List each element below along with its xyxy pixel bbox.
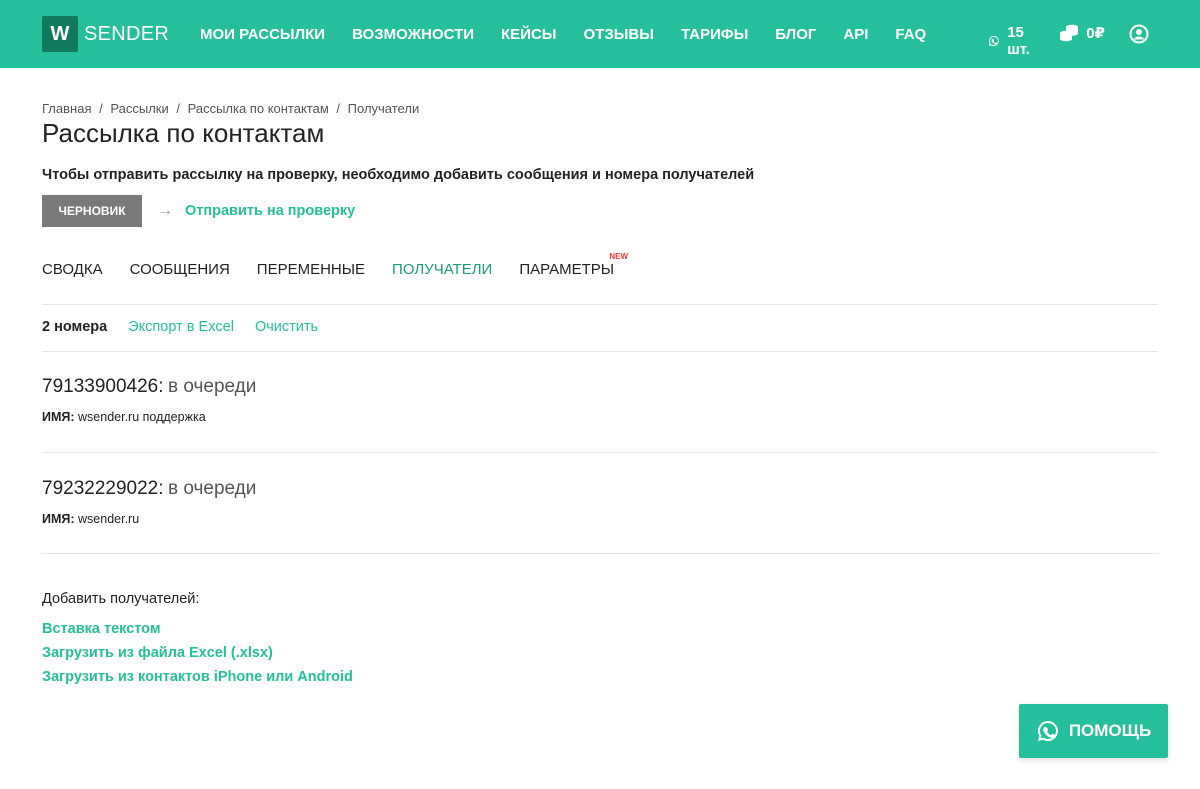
tab-bar: СВОДКА СООБЩЕНИЯ ПЕРЕМЕННЫЕ ПОЛУЧАТЕЛИ П… <box>42 252 641 278</box>
status-row: ЧЕРНОВИК → Отправить на проверку <box>42 195 355 227</box>
recipient-number: 79133900426: <box>42 376 164 397</box>
divider <box>42 553 1158 554</box>
recipient-number: 79232229022: <box>42 478 164 499</box>
recipients-count: 2 номера <box>42 319 108 335</box>
list-item: 79232229022: в очереди ИМЯ: wsender.ru <box>42 478 256 526</box>
messages-count-text: 15 шт. <box>1007 24 1030 58</box>
crumb-mailings[interactable]: Рассылки <box>110 101 168 116</box>
tab-messages[interactable]: СООБЩЕНИЯ <box>130 261 230 278</box>
crumb-sep: / <box>99 101 103 116</box>
logo[interactable]: W SENDER <box>42 16 169 52</box>
arrow-right-icon: → <box>157 202 173 219</box>
nav-reviews[interactable]: ОТЗЫВЫ <box>584 26 654 43</box>
send-for-review-link[interactable]: Отправить на проверку <box>185 203 355 219</box>
coins-icon <box>1060 24 1079 42</box>
divider <box>42 304 1158 305</box>
tab-recipients[interactable]: ПОЛУЧАТЕЛИ <box>392 261 492 278</box>
tab-variables[interactable]: ПЕРЕМЕННЫЕ <box>257 261 365 278</box>
user-account[interactable] <box>1129 24 1156 44</box>
crumb-recipients: Получатели <box>347 101 420 116</box>
crumb-sep: / <box>176 101 180 116</box>
nav-my-mailings[interactable]: МОИ РАССЫЛКИ <box>200 26 325 43</box>
page-title: Рассылка по контактам <box>42 118 325 148</box>
whatsapp-icon <box>1037 721 1058 741</box>
logo-text: SENDER <box>84 22 170 45</box>
name-label: ИМЯ: <box>42 512 75 526</box>
divider <box>42 452 1158 453</box>
nav-blog[interactable]: БЛОГ <box>775 26 816 43</box>
tab-parameters-label: ПАРАМЕТРЫ <box>519 261 615 278</box>
divider <box>42 351 1158 352</box>
recipient-name: wsender.ru поддержка <box>78 410 206 424</box>
balance-counter[interactable]: 0₽ <box>1059 24 1105 42</box>
draft-status-button[interactable]: ЧЕРНОВИК <box>42 195 142 227</box>
tab-parameters[interactable]: ПАРАМЕТРЫ NEW <box>519 252 628 278</box>
top-header: W SENDER МОИ РАССЫЛКИ ВОЗМОЖНОСТИ КЕЙСЫ … <box>0 0 1200 68</box>
help-button[interactable]: ПОМОЩЬ <box>1019 704 1168 758</box>
import-contacts-link[interactable]: Загрузить из контактов iPhone или Androi… <box>42 669 353 685</box>
recipients-toolbar: 2 номера Экспорт в Excel Очистить <box>42 319 339 335</box>
crumb-sep: / <box>336 101 341 116</box>
nav-api[interactable]: API <box>843 26 868 43</box>
export-excel-link[interactable]: Экспорт в Excel <box>128 319 234 335</box>
nav-features[interactable]: ВОЗМОЖНОСТИ <box>352 26 474 43</box>
list-item: 79133900426: в очереди ИМЯ: wsender.ru п… <box>42 376 256 424</box>
notice-text: Чтобы отправить рассылку на проверку, не… <box>42 167 755 183</box>
new-badge: NEW <box>609 252 629 261</box>
add-recipients-label: Добавить получателей: <box>42 591 200 607</box>
logo-mark: W <box>42 16 78 52</box>
nav-faq[interactable]: FAQ <box>895 26 926 43</box>
paste-text-link[interactable]: Вставка текстом <box>42 621 161 637</box>
tab-summary[interactable]: СВОДКА <box>42 261 103 278</box>
crumb-contact-mailing[interactable]: Рассылка по контактам <box>188 101 329 116</box>
main-nav: МОИ РАССЫЛКИ ВОЗМОЖНОСТИ КЕЙСЫ ОТЗЫВЫ ТА… <box>200 0 953 68</box>
messages-counter[interactable]: 15 шт. <box>988 24 1036 58</box>
user-icon <box>1129 24 1149 44</box>
breadcrumb: Главная / Рассылки / Рассылка по контакт… <box>42 101 423 116</box>
recipient-status: в очереди <box>167 376 257 397</box>
crumb-home[interactable]: Главная <box>42 101 91 116</box>
nav-cases[interactable]: КЕЙСЫ <box>501 26 556 43</box>
help-button-label: ПОМОЩЬ <box>1068 721 1152 740</box>
nav-tariffs[interactable]: ТАРИФЫ <box>681 26 748 43</box>
recipient-name: wsender.ru <box>78 512 140 526</box>
whatsapp-icon <box>989 36 1000 46</box>
clear-link[interactable]: Очистить <box>255 319 318 335</box>
balance-text: 0₽ <box>1086 25 1105 42</box>
recipient-status: в очереди <box>167 478 257 499</box>
upload-excel-link[interactable]: Загрузить из файла Excel (.xlsx) <box>42 645 273 661</box>
name-label: ИМЯ: <box>42 410 75 424</box>
